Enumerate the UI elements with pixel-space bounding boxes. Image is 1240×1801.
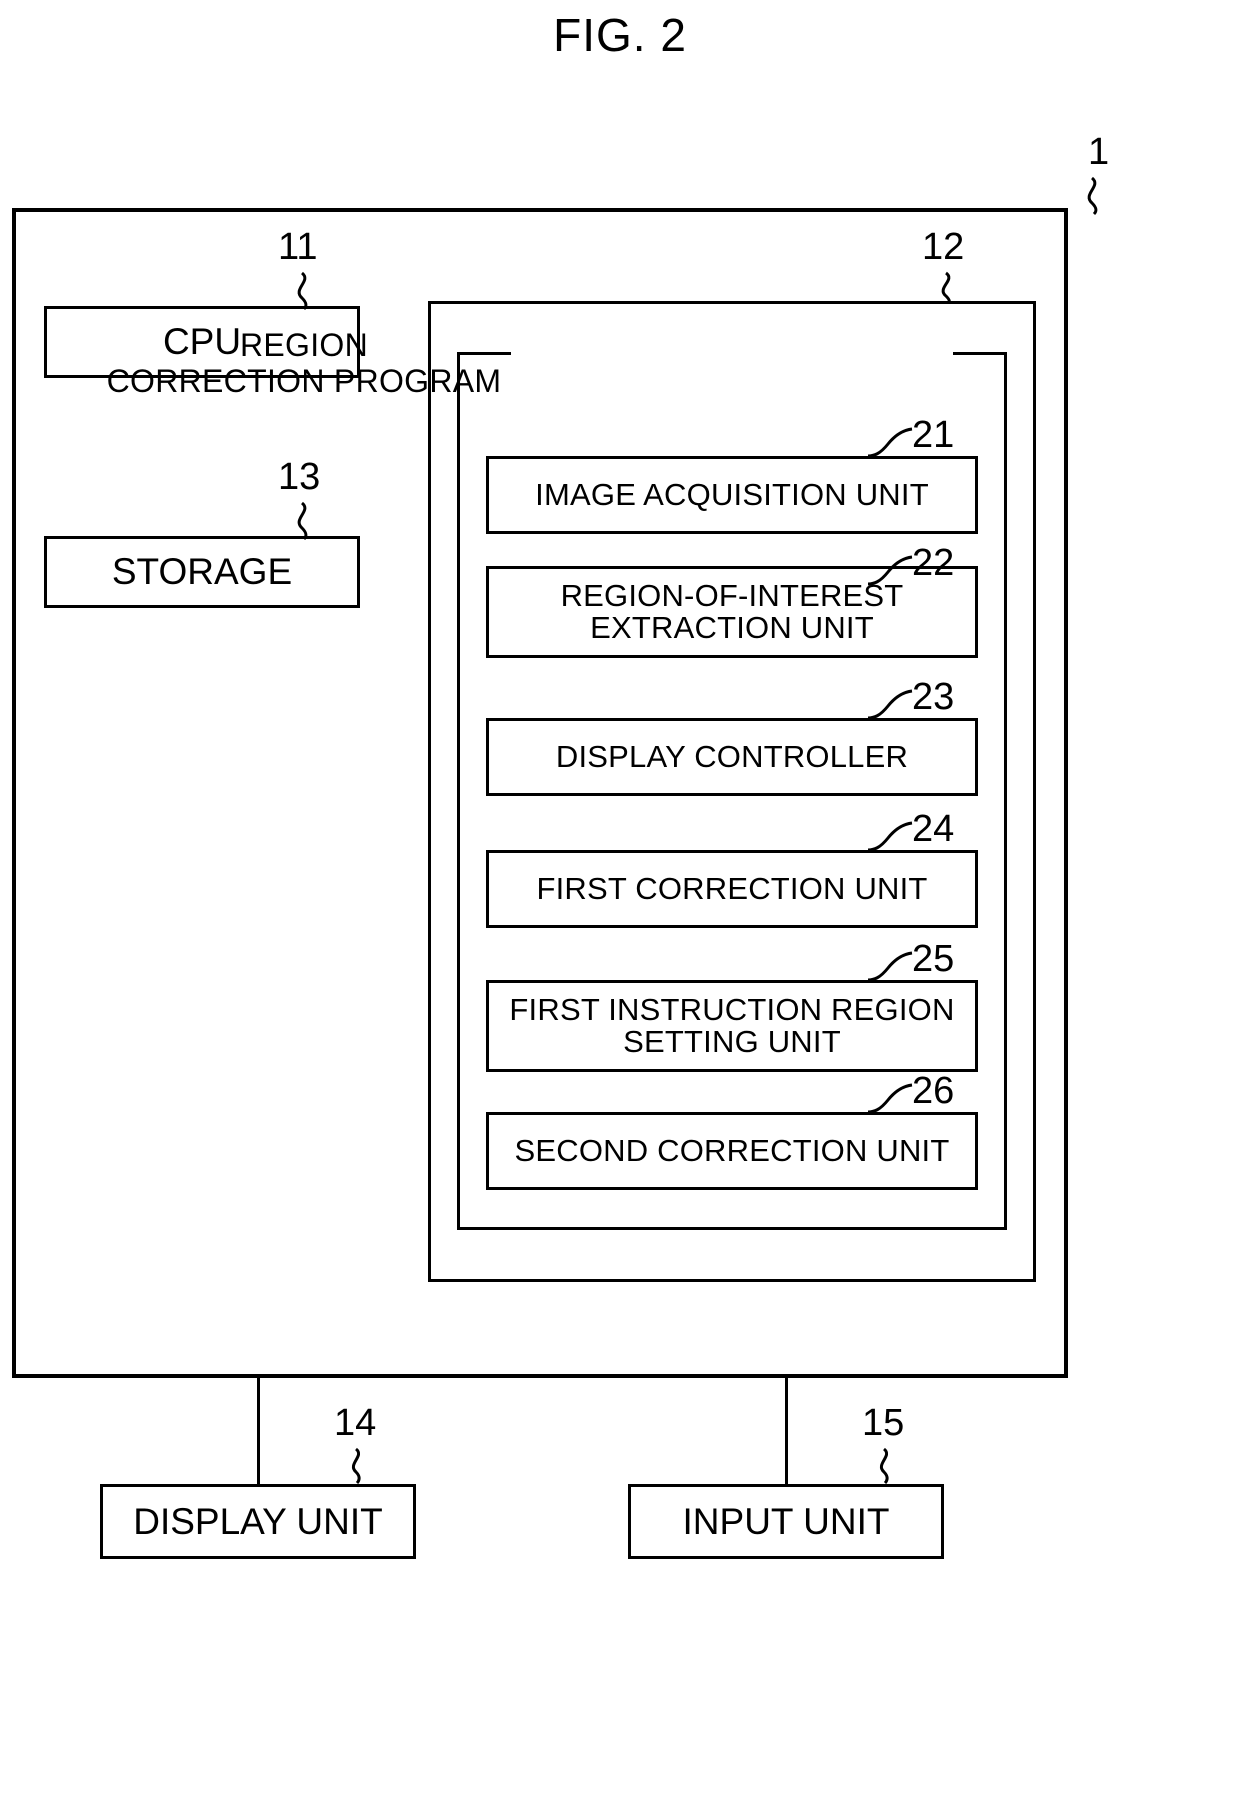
leader-line-24 [867,821,913,852]
ref-numeral-22: 22 [912,542,955,584]
ref-numeral-25: 25 [912,938,955,980]
ref-numeral-11: 11 [278,226,318,268]
image-acquisition-unit-label: IMAGE ACQUISITION UNIT [535,476,929,512]
ref-numeral-24: 24 [912,808,955,850]
leader-line-21 [867,427,913,458]
input-unit-box: INPUT UNIT [628,1484,944,1559]
leader-line-11 [297,271,308,311]
connector-input-unit [785,1377,788,1484]
ref-numeral-13: 13 [278,456,321,498]
display-controller-box: DISPLAY CONTROLLER [486,718,978,796]
bracket-top-right [953,352,1007,355]
display-controller-label: DISPLAY CONTROLLER [555,738,909,774]
first-instruction-line2: SETTING UNIT [623,1024,841,1059]
leader-line-12 [941,271,951,305]
first-correction-unit-box: FIRST CORRECTION UNIT [486,850,978,928]
display-unit-box: DISPLAY UNIT [100,1484,416,1559]
ref-numeral-26: 26 [912,1070,955,1112]
bracket-left-edge [457,352,460,1230]
display-unit-label: DISPLAY UNIT [133,1500,383,1542]
ref-numeral-12: 12 [922,226,965,268]
ref-numeral-21: 21 [912,414,955,456]
region-of-interest-extraction-unit-label: REGION-OF-INTEREST EXTRACTION UNIT [489,579,975,645]
figure-title: FIG. 2 [553,9,687,61]
second-correction-unit-label: SECOND CORRECTION UNIT [514,1132,950,1168]
second-correction-unit-box: SECOND CORRECTION UNIT [486,1112,978,1190]
bracket-bottom-edge [457,1227,1007,1230]
first-instruction-region-setting-unit-label: FIRST INSTRUCTION REGION SETTING UNIT [489,991,975,1059]
leader-line-22 [867,555,913,586]
connector-display-unit [257,1377,260,1484]
leader-line-1 [1087,176,1098,216]
first-instruction-region-setting-unit-box: FIRST INSTRUCTION REGION SETTING UNIT [486,980,978,1072]
storage-label: STORAGE [111,550,293,592]
roi-unit-line2: EXTRACTION UNIT [590,610,874,645]
leader-line-23 [867,689,913,720]
image-acquisition-unit-box: IMAGE ACQUISITION UNIT [486,456,978,534]
leader-line-13 [297,501,308,541]
ref-numeral-1: 1 [1088,131,1110,173]
leader-line-15 [879,1447,889,1485]
first-correction-unit-label: FIRST CORRECTION UNIT [536,870,928,906]
ref-numeral-15: 15 [862,1402,905,1444]
storage-box: STORAGE [44,536,360,608]
first-instruction-line1: FIRST INSTRUCTION REGION [509,991,955,1027]
leader-line-26 [867,1083,913,1114]
bracket-top-left [457,352,511,355]
input-unit-label: INPUT UNIT [682,1500,890,1542]
leader-line-14 [351,1447,361,1485]
bracket-right-edge [1004,352,1007,1230]
ref-numeral-23: 23 [912,676,955,718]
leader-line-25 [867,951,913,982]
ref-numeral-14: 14 [334,1402,377,1444]
